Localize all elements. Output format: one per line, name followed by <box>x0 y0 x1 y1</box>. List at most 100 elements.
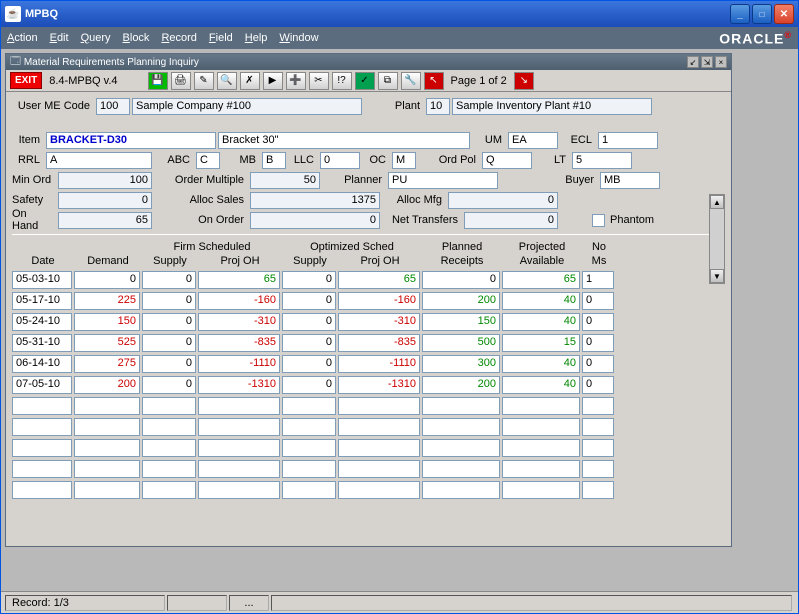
grid-cell[interactable]: 65 <box>198 271 280 289</box>
exit-button[interactable]: EXIT <box>10 72 42 89</box>
maximize-button[interactable]: □ <box>752 4 772 24</box>
ecl-field[interactable] <box>598 132 658 149</box>
grid-cell[interactable]: 65 <box>338 271 420 289</box>
phantom-checkbox[interactable] <box>592 214 605 227</box>
save-button[interactable]: 💾 <box>148 72 168 90</box>
table-row[interactable]: 07-05-102000-13100-1310200400 <box>12 376 725 397</box>
grid-cell[interactable] <box>74 439 140 457</box>
mb-field[interactable] <box>262 152 286 169</box>
table-row[interactable]: 05-03-1000650650651 <box>12 271 725 292</box>
table-row[interactable] <box>12 418 725 439</box>
grid-cell[interactable]: -310 <box>198 313 280 331</box>
grid-cell[interactable] <box>142 397 196 415</box>
llc-field[interactable] <box>320 152 360 169</box>
allocsales-field[interactable] <box>250 192 380 209</box>
grid-cell[interactable]: 200 <box>422 292 500 310</box>
grid-cell[interactable]: 05-31-10 <box>12 334 72 352</box>
company-field[interactable] <box>132 98 362 115</box>
grid-cell[interactable]: 150 <box>422 313 500 331</box>
grid-cell[interactable] <box>12 439 72 457</box>
menu-action[interactable]: Action <box>7 32 38 44</box>
safety-field[interactable] <box>58 192 152 209</box>
next-page-button[interactable]: ↘ <box>514 72 534 90</box>
scroll-up-icon[interactable]: ▲ <box>710 195 724 209</box>
grid-cell[interactable] <box>142 481 196 499</box>
grid-cell[interactable]: -310 <box>338 313 420 331</box>
minimize-button[interactable]: _ <box>730 4 750 24</box>
menu-query[interactable]: Query <box>81 32 111 44</box>
grid-cell[interactable]: 06-14-10 <box>12 355 72 373</box>
grid-cell[interactable]: 07-05-10 <box>12 376 72 394</box>
grid-cell[interactable]: 05-03-10 <box>12 271 72 289</box>
menu-help[interactable]: Help <box>245 32 268 44</box>
grid-cell[interactable]: 275 <box>74 355 140 373</box>
grid-cell[interactable] <box>422 439 500 457</box>
grid-cell[interactable] <box>198 481 280 499</box>
allocmfg-field[interactable] <box>448 192 558 209</box>
grid-cell[interactable]: 0 <box>282 376 336 394</box>
plant-desc-field[interactable] <box>452 98 652 115</box>
cancel-query-button[interactable]: ✗ <box>240 72 260 90</box>
grid-cell[interactable]: -1310 <box>198 376 280 394</box>
grid-cell[interactable] <box>338 397 420 415</box>
grid-cell[interactable]: 05-17-10 <box>12 292 72 310</box>
grid-cell[interactable]: 200 <box>422 376 500 394</box>
item-field[interactable] <box>46 132 216 149</box>
ordmult-field[interactable] <box>250 172 320 189</box>
grid-cell[interactable]: 65 <box>502 271 580 289</box>
grid-cell[interactable]: 0 <box>282 313 336 331</box>
oc-field[interactable] <box>392 152 416 169</box>
grid-cell[interactable]: 0 <box>282 355 336 373</box>
lt-field[interactable] <box>572 152 632 169</box>
grid-cell[interactable] <box>12 481 72 499</box>
grid-cell[interactable] <box>282 481 336 499</box>
grid-cell[interactable]: 40 <box>502 292 580 310</box>
grid-cell[interactable]: 0 <box>282 292 336 310</box>
close-button[interactable]: ✕ <box>774 4 794 24</box>
menu-field[interactable]: Field <box>209 32 233 44</box>
grid-cell[interactable]: 525 <box>74 334 140 352</box>
prev-page-button[interactable]: ↖ <box>424 72 444 90</box>
grid-cell[interactable]: 05-24-10 <box>12 313 72 331</box>
grid-cell[interactable] <box>502 418 580 436</box>
grid-cell[interactable] <box>282 418 336 436</box>
grid-cell[interactable] <box>582 481 614 499</box>
grid-cell[interactable]: 0 <box>142 292 196 310</box>
grid-cell[interactable] <box>338 418 420 436</box>
grid-cell[interactable]: 0 <box>422 271 500 289</box>
user-me-code-field[interactable] <box>96 98 130 115</box>
grid-cell[interactable] <box>582 418 614 436</box>
grid-cell[interactable]: 0 <box>582 355 614 373</box>
grid-cell[interactable] <box>502 439 580 457</box>
table-row[interactable]: 05-31-105250-8350-835500150 <box>12 334 725 355</box>
table-row[interactable]: 05-24-101500-3100-310150400 <box>12 313 725 334</box>
grid-cell[interactable] <box>74 418 140 436</box>
grid-cell[interactable]: -835 <box>198 334 280 352</box>
grid-cell[interactable]: 0 <box>582 376 614 394</box>
grid-cell[interactable]: 500 <box>422 334 500 352</box>
grid-cell[interactable] <box>198 397 280 415</box>
grid-cell[interactable]: 0 <box>582 292 614 310</box>
grid-cell[interactable] <box>282 397 336 415</box>
grid-cell[interactable]: -1110 <box>198 355 280 373</box>
planner-field[interactable] <box>388 172 498 189</box>
grid-cell[interactable]: -160 <box>198 292 280 310</box>
menu-block[interactable]: Block <box>123 32 150 44</box>
grid-cell[interactable]: 0 <box>142 376 196 394</box>
grid-cell[interactable] <box>142 439 196 457</box>
grid-cell[interactable]: 300 <box>422 355 500 373</box>
plant-code-field[interactable] <box>426 98 450 115</box>
grid-cell[interactable] <box>74 397 140 415</box>
insert-button[interactable]: ➕ <box>286 72 306 90</box>
grid-cell[interactable]: 0 <box>142 334 196 352</box>
table-row[interactable] <box>12 481 725 502</box>
grid-cell[interactable]: 200 <box>74 376 140 394</box>
grid-cell[interactable] <box>142 460 196 478</box>
form-scrollbar[interactable]: ▲ ▼ <box>709 194 725 284</box>
grid-cell[interactable] <box>282 460 336 478</box>
grid-cell[interactable] <box>502 460 580 478</box>
grid-cell[interactable] <box>12 418 72 436</box>
grid-cell[interactable]: 150 <box>74 313 140 331</box>
grid-cell[interactable] <box>582 460 614 478</box>
grid-cell[interactable]: 0 <box>582 334 614 352</box>
